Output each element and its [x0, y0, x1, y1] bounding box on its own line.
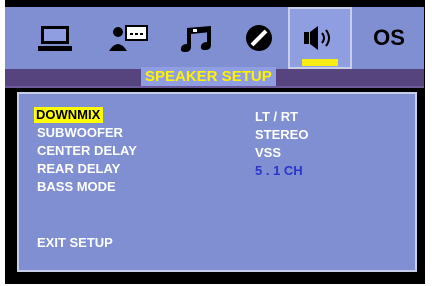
active-tab-indicator: [302, 59, 338, 66]
menu-item-exit-setup[interactable]: EXIT SETUP: [37, 235, 113, 251]
settings-panel: DOWNMIX SUBWOOFER CENTER DELAY REAR DELA…: [17, 92, 417, 272]
music-note-icon: [180, 26, 211, 52]
option-stereo[interactable]: STEREO: [255, 127, 308, 143]
disc-icon: [246, 25, 272, 51]
title-bar: SPEAKER SETUP: [5, 67, 424, 87]
option-vss[interactable]: VSS: [255, 145, 281, 161]
menu-item-center-delay[interactable]: CENTER DELAY: [37, 143, 137, 159]
option-lt-rt[interactable]: LT / RT: [255, 109, 298, 125]
tab-bar: OS: [5, 7, 424, 69]
menu-item-bass-mode[interactable]: BASS MODE: [37, 179, 116, 195]
speaker-icon: [304, 26, 330, 50]
menu-item-subwoofer[interactable]: SUBWOOFER: [37, 125, 123, 141]
tab-speaker-setup[interactable]: [288, 7, 352, 69]
tab-audio-setup[interactable]: [173, 7, 219, 69]
menu-item-downmix[interactable]: DOWNMIX: [34, 107, 104, 123]
tab-video-setup[interactable]: [103, 7, 153, 69]
monitor-icon: [38, 26, 72, 51]
tab-rating-setup[interactable]: [237, 7, 281, 69]
os-label: OS: [373, 25, 405, 50]
option-5-1-ch[interactable]: 5 . 1 CH: [255, 163, 303, 179]
tab-display-setup[interactable]: [33, 7, 77, 69]
video-setup-icon: [109, 25, 148, 51]
menu-item-rear-delay[interactable]: REAR DELAY: [37, 161, 120, 177]
page-title: SPEAKER SETUP: [141, 67, 276, 87]
tab-os-setup[interactable]: OS: [363, 7, 415, 69]
divider: [5, 86, 424, 88]
